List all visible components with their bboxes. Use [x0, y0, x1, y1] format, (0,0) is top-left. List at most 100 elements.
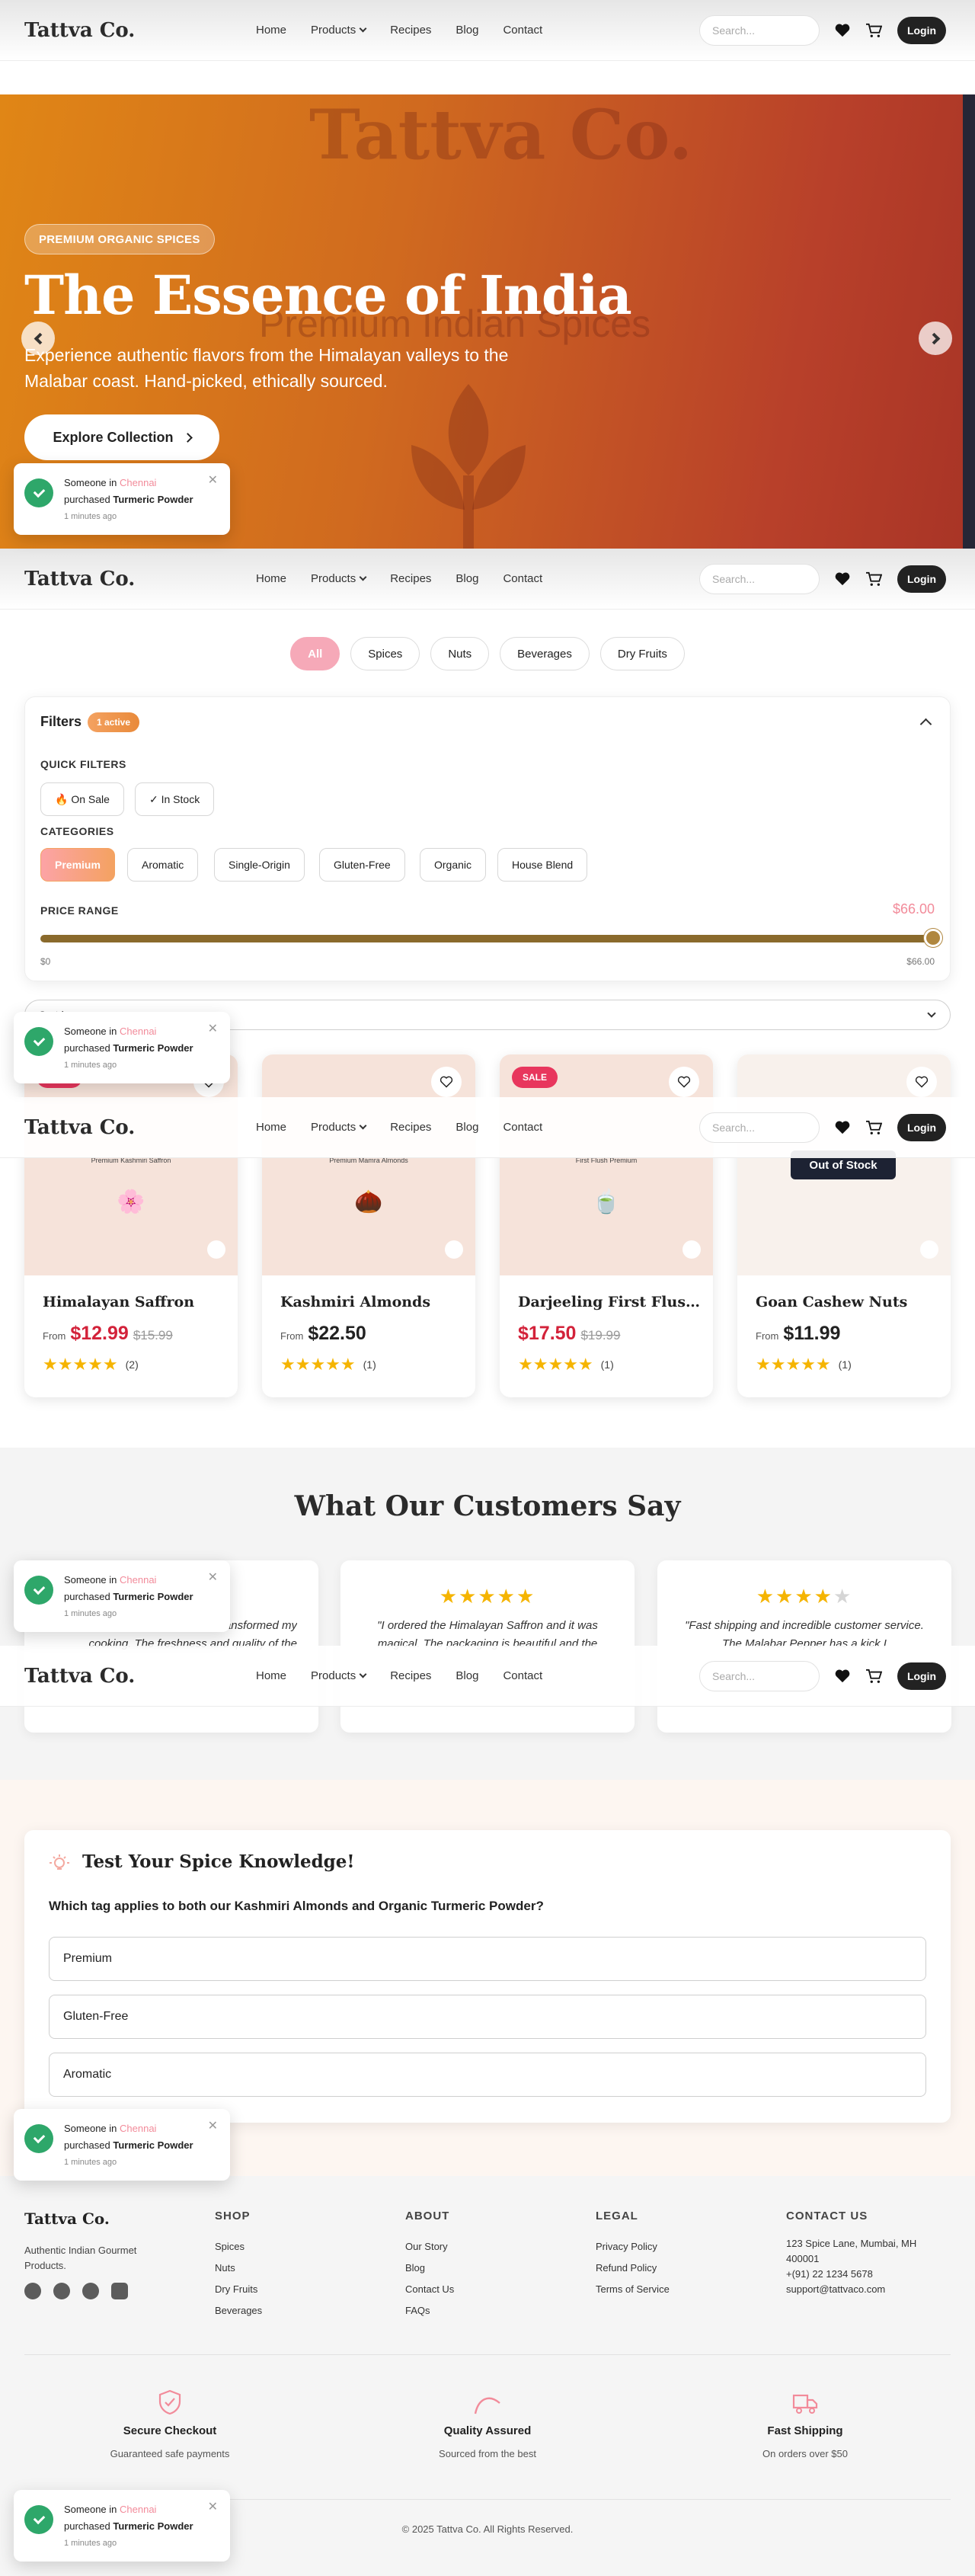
instagram-icon[interactable] [111, 2283, 128, 2299]
close-icon[interactable]: ✕ [208, 1021, 218, 1036]
search-input[interactable]: Search... [699, 564, 820, 594]
footer-link[interactable]: Nuts [215, 2258, 262, 2279]
brand-logo[interactable]: Tattva Co. [24, 1665, 256, 1688]
footer-link[interactable]: Our Story [405, 2236, 454, 2258]
search-input[interactable]: Search... [699, 1661, 820, 1691]
brand-logo[interactable]: Tattva Co. [24, 19, 256, 42]
nav-recipes[interactable]: Recipes [390, 1669, 431, 1682]
category-chip-gluten-free[interactable]: Gluten-Free [319, 848, 405, 882]
category-chip-single-origin[interactable]: Single-Origin [214, 848, 305, 882]
nav-contact[interactable]: Contact [503, 1669, 542, 1682]
category-tab-dry-fruits[interactable]: Dry Fruits [599, 637, 685, 670]
footer-link[interactable]: Dry Fruits [215, 2279, 262, 2300]
footer-link[interactable]: Blog [405, 2258, 454, 2279]
nav-blog[interactable]: Blog [456, 572, 478, 585]
nav-contact[interactable]: Contact [503, 572, 542, 585]
check-icon [24, 2124, 53, 2153]
heart-icon[interactable] [835, 24, 850, 37]
carousel-next-button[interactable] [919, 322, 952, 355]
facebook-icon[interactable] [24, 2283, 41, 2299]
heart-icon[interactable] [835, 1121, 850, 1134]
quiz-option[interactable]: Premium [49, 1937, 926, 1981]
nav-home[interactable]: Home [256, 1669, 286, 1682]
pinterest-icon[interactable] [82, 2283, 99, 2299]
contact-phone[interactable]: +(91) 22 1234 5678 [786, 2267, 946, 2282]
product-name[interactable]: Goan Cashew Nuts [756, 1294, 938, 1310]
chevron-up-icon[interactable] [919, 718, 932, 731]
price-slider-track[interactable] [40, 935, 933, 942]
category-tab-spices[interactable]: Spices [350, 637, 420, 670]
footer-link[interactable]: Contact Us [405, 2279, 454, 2300]
nav-products[interactable]: Products [311, 1121, 367, 1134]
cart-icon[interactable] [865, 571, 882, 587]
nav-contact[interactable]: Contact [503, 1121, 542, 1134]
footer-link[interactable]: FAQs [405, 2300, 454, 2322]
category-chip-house-blend[interactable]: House Blend [497, 848, 588, 882]
close-icon[interactable]: ✕ [208, 1570, 218, 1585]
wishlist-button[interactable] [669, 1067, 699, 1097]
carousel-prev-button[interactable] [21, 322, 55, 355]
quiz-option[interactable]: Aromatic [49, 2053, 926, 2097]
heart-icon[interactable] [835, 1669, 850, 1683]
category-tab-all[interactable]: All [290, 637, 340, 670]
price-slider-handle[interactable] [924, 929, 942, 947]
footer-link[interactable]: Terms of Service [596, 2279, 670, 2300]
cart-icon[interactable] [865, 23, 882, 38]
footer-brand[interactable]: Tattva Co. [24, 2210, 110, 2228]
nav-products[interactable]: Products [311, 1669, 367, 1682]
nav-products[interactable]: Products [311, 572, 367, 585]
nav-contact[interactable]: Contact [503, 24, 542, 37]
price-min-label: $0 [40, 956, 51, 967]
twitter-icon[interactable] [53, 2283, 70, 2299]
toast-city: Chennai [120, 1574, 157, 1586]
check-icon [24, 1027, 53, 1056]
login-button[interactable]: Login [897, 1662, 946, 1690]
login-button[interactable]: Login [897, 1114, 946, 1141]
category-tab-nuts[interactable]: Nuts [430, 637, 490, 670]
product-name[interactable]: Kashmiri Almonds [280, 1294, 463, 1310]
cart-icon[interactable] [865, 1120, 882, 1135]
product-name[interactable]: Darjeeling First Flush ... [518, 1294, 701, 1310]
close-icon[interactable]: ✕ [208, 472, 218, 488]
nav-blog[interactable]: Blog [456, 1121, 478, 1134]
wishlist-button[interactable] [906, 1067, 937, 1097]
nav-recipes[interactable]: Recipes [390, 572, 431, 585]
footer-link[interactable]: Beverages [215, 2300, 262, 2322]
search-input[interactable]: Search... [699, 1112, 820, 1143]
nav-recipes[interactable]: Recipes [390, 1121, 431, 1134]
brand-logo[interactable]: Tattva Co. [24, 568, 256, 590]
brand-logo[interactable]: Tattva Co. [24, 1116, 256, 1139]
nav-recipes[interactable]: Recipes [390, 24, 431, 37]
category-chip-organic[interactable]: Organic [420, 848, 487, 882]
nav-home[interactable]: Home [256, 24, 286, 37]
nav-products[interactable]: Products [311, 24, 367, 37]
on-sale-filter[interactable]: 🔥 On Sale [40, 782, 124, 816]
rating-stars: ★★★★★ [518, 1355, 593, 1374]
footer-link[interactable]: Refund Policy [596, 2258, 670, 2279]
nav-home[interactable]: Home [256, 1121, 286, 1134]
product-name[interactable]: Himalayan Saffron [43, 1294, 225, 1310]
quiz-option[interactable]: Gluten-Free [49, 1995, 926, 2039]
footer-link[interactable]: Spices [215, 2236, 262, 2258]
close-icon[interactable]: ✕ [208, 2118, 218, 2133]
nav-blog[interactable]: Blog [456, 1669, 478, 1682]
feature-title: Fast Shipping [767, 2424, 843, 2437]
wishlist-button[interactable] [431, 1067, 462, 1097]
cart-icon[interactable] [865, 1669, 882, 1684]
in-stock-filter[interactable]: ✓ In Stock [135, 782, 215, 816]
nav-home[interactable]: Home [256, 572, 286, 585]
search-input[interactable]: Search... [699, 15, 820, 46]
login-button[interactable]: Login [897, 565, 946, 593]
contact-email[interactable]: support@tattvaco.com [786, 2282, 946, 2297]
feature-subtitle: Guaranteed safe payments [110, 2448, 230, 2459]
category-tab-beverages[interactable]: Beverages [500, 637, 590, 670]
nav-blog[interactable]: Blog [456, 24, 478, 37]
explore-collection-button[interactable]: Explore Collection [24, 414, 219, 460]
close-icon[interactable]: ✕ [208, 2499, 218, 2514]
category-chip-premium[interactable]: Premium [40, 848, 115, 882]
footer-link[interactable]: Privacy Policy [596, 2236, 670, 2258]
heart-icon[interactable] [835, 572, 850, 586]
feature-subtitle: Sourced from the best [439, 2448, 536, 2459]
login-button[interactable]: Login [897, 17, 946, 44]
category-chip-aromatic[interactable]: Aromatic [127, 848, 199, 882]
